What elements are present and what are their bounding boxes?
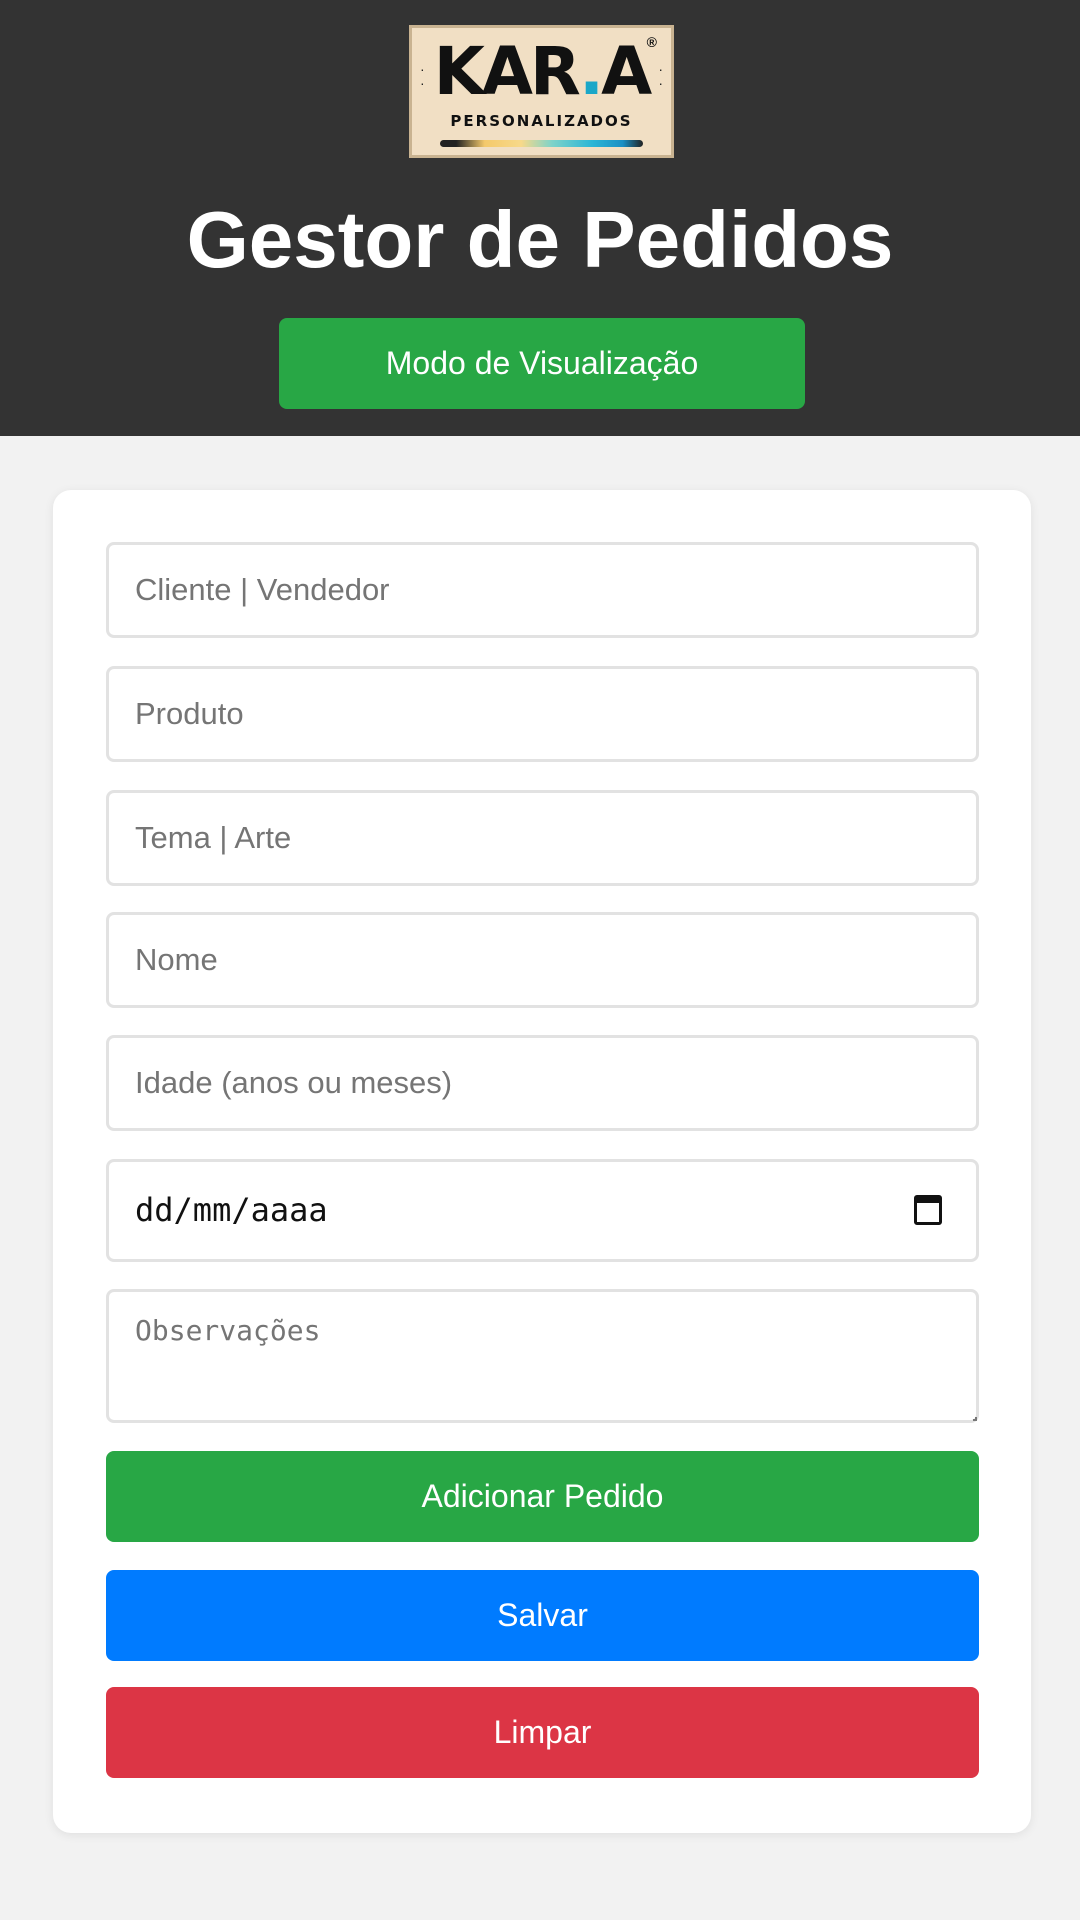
add-order-button[interactable]: Adicionar Pedido [106,1451,979,1542]
product-input[interactable] [106,666,979,762]
save-button[interactable]: Salvar [106,1570,979,1661]
age-input[interactable] [106,1035,979,1131]
logo-wordmark: KAR.A [412,32,671,112]
brand-logo: · · · · KAR.A ® PERSONALIZADOS [409,25,674,158]
order-form-card: dd/mm/aaaa Adicionar Pedido Salvar Limpa… [53,490,1031,1833]
date-input[interactable]: dd/mm/aaaa [106,1159,979,1262]
textarea-resize-handle[interactable] [973,1417,977,1421]
logo-word-dot: . [579,33,604,110]
app-header: · · · · KAR.A ® PERSONALIZADOS Gestor de P… [0,0,1080,436]
logo-subtitle: PERSONALIZADOS [450,112,633,130]
logo-stripe [440,140,643,147]
view-mode-button[interactable]: Modo de Visualização [279,318,805,409]
client-seller-input[interactable] [106,542,979,638]
logo-registered-mark: ® [646,34,657,50]
clear-button[interactable]: Limpar [106,1687,979,1778]
logo-word-main: KAR [433,33,582,110]
notes-textarea[interactable] [106,1289,979,1423]
page-title: Gestor de Pedidos [186,195,894,284]
logo-word-accent: A [601,33,652,110]
name-input[interactable] [106,912,979,1008]
date-placeholder: dd/mm/aaaa [135,1191,328,1229]
calendar-icon[interactable] [914,1195,942,1225]
theme-art-input[interactable] [106,790,979,886]
